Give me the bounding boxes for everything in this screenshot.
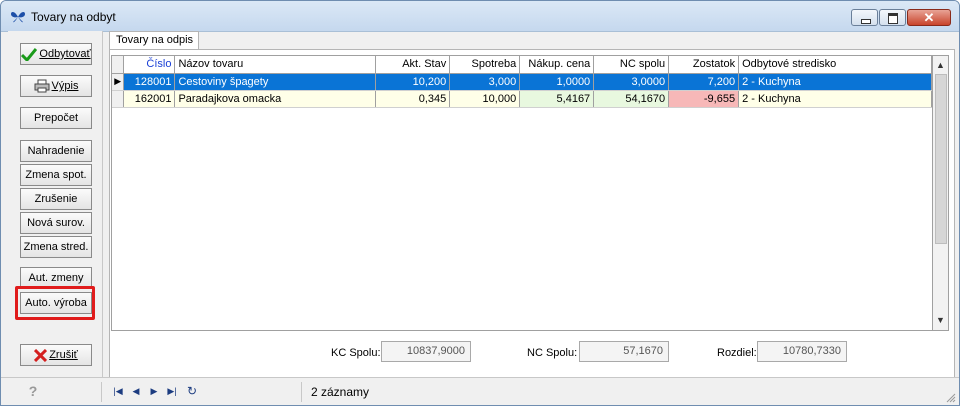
maximize-icon	[880, 10, 905, 25]
next-record-icon[interactable]: ▶	[147, 384, 161, 398]
tab-tovary-na-odpis[interactable]: Tovary na odpis	[109, 31, 199, 50]
odbytovat-button[interactable]: Odbytovať	[20, 43, 92, 65]
scroll-up-icon[interactable]: ▲	[933, 58, 948, 73]
record-navigator: |◀ ◀ ▶ ▶| ↻	[109, 384, 205, 400]
row-pointer-icon: ▶	[112, 73, 125, 91]
nova-surov-button[interactable]: Nová surov.	[20, 212, 92, 234]
cell-spotreba[interactable]: 10,000	[449, 90, 521, 108]
rozdiel-label: Rozdiel:	[717, 347, 757, 359]
kc-spolu-label: KC Spolu:	[331, 347, 381, 359]
resize-grip-icon[interactable]	[946, 393, 956, 403]
column-header-akt-stav[interactable]: Akt. Stav	[375, 56, 451, 74]
butterfly-icon	[11, 12, 25, 23]
checkmark-icon	[21, 48, 38, 62]
zmena-spot-button[interactable]: Zmena spot.	[20, 164, 92, 186]
help-icon[interactable]: ?	[25, 383, 41, 399]
main-window: Tovary na odbyt ✕ Odbytovať Výpis Prepoč…	[0, 0, 960, 406]
cell-nakup-cena[interactable]: 5,4167	[519, 90, 595, 108]
prev-record-icon[interactable]: ◀	[129, 384, 143, 398]
scroll-down-icon[interactable]: ▼	[933, 313, 948, 328]
cross-icon	[34, 348, 48, 362]
cell-nazov[interactable]: Paradajkova omacka	[174, 90, 377, 108]
table-header: Číslo Názov tovaru Akt. Stav Spotreba Ná…	[112, 56, 932, 74]
window-title: Tovary na odbyt	[31, 10, 116, 24]
cell-nc-spolu[interactable]: 3,0000	[593, 73, 670, 91]
zrusenie-button[interactable]: Zrušenie	[20, 188, 92, 210]
printer-icon	[34, 79, 50, 93]
column-header-nc-spolu[interactable]: NC spolu	[593, 56, 670, 74]
close-icon: ✕	[923, 10, 935, 25]
zmena-stred-button[interactable]: Zmena stred.	[20, 236, 92, 258]
cell-stredisko[interactable]: 2 - Kuchyna	[738, 73, 932, 91]
vertical-scrollbar[interactable]: ▲ ▼	[933, 55, 949, 331]
close-button[interactable]: ✕	[907, 9, 951, 26]
table-row[interactable]: 162001 Paradajkova omacka 0,345 10,000 5…	[112, 90, 932, 108]
data-grid[interactable]: Číslo Názov tovaru Akt. Stav Spotreba Ná…	[111, 55, 933, 331]
cell-nc-spolu[interactable]: 54,1670	[593, 90, 670, 108]
cell-cislo[interactable]: 128001	[123, 73, 176, 91]
maximize-button[interactable]	[879, 9, 906, 26]
column-header-zostatok[interactable]: Zostatok	[668, 56, 740, 74]
column-header-nakup-cena[interactable]: Nákup. cena	[519, 56, 595, 74]
cell-cislo[interactable]: 162001	[123, 90, 176, 108]
cell-stredisko[interactable]: 2 - Kuchyna	[738, 90, 932, 108]
kc-spolu-field: 10837,9000	[381, 341, 471, 362]
column-header-nazov[interactable]: Názov tovaru	[174, 56, 377, 74]
table-row[interactable]: ▶ 128001 Cestoviny špagety 10,200 3,000 …	[112, 73, 932, 91]
row-indicator-header	[112, 56, 125, 74]
cell-zostatok[interactable]: 7,200	[668, 73, 740, 91]
title-bar[interactable]: Tovary na odbyt ✕	[1, 1, 959, 32]
scroll-thumb[interactable]	[935, 74, 947, 244]
row-indicator	[112, 90, 125, 108]
column-header-stredisko[interactable]: Odbytové stredisko	[738, 56, 932, 74]
cell-akt-stav[interactable]: 10,200	[375, 73, 451, 91]
rozdiel-field: 10780,7330	[757, 341, 847, 362]
cell-nakup-cena[interactable]: 1,0000	[519, 73, 595, 91]
column-header-cislo[interactable]: Číslo	[123, 56, 176, 74]
goods-table: Číslo Názov tovaru Akt. Stav Spotreba Ná…	[112, 56, 932, 108]
cell-akt-stav[interactable]: 0,345	[375, 90, 451, 108]
status-bar: ? |◀ ◀ ▶ ▶| ↻ 2 záznamy	[1, 377, 959, 405]
vypis-button[interactable]: Výpis	[20, 75, 92, 97]
minimize-icon	[852, 10, 877, 25]
nahradenie-button[interactable]: Nahradenie	[20, 140, 92, 162]
cell-spotreba[interactable]: 3,000	[449, 73, 521, 91]
minimize-button[interactable]	[851, 9, 878, 26]
action-panel: Odbytovať Výpis Prepočet Nahradenie Zmen…	[8, 31, 103, 381]
last-record-icon[interactable]: ▶|	[165, 384, 179, 398]
cell-zostatok[interactable]: -9,655	[668, 90, 740, 108]
highlight-box	[15, 286, 95, 320]
first-record-icon[interactable]: |◀	[111, 384, 125, 398]
status-divider	[101, 382, 102, 402]
zrusit-button[interactable]: Zrušiť	[20, 344, 92, 366]
nc-spolu-field: 57,1670	[579, 341, 669, 362]
nc-spolu-label: NC Spolu:	[527, 347, 578, 359]
refresh-icon[interactable]: ↻	[185, 384, 199, 398]
column-header-spotreba[interactable]: Spotreba	[449, 56, 521, 74]
record-count: 2 záznamy	[311, 385, 370, 399]
prepocet-button[interactable]: Prepočet	[20, 107, 92, 129]
cell-nazov[interactable]: Cestoviny špagety	[174, 73, 377, 91]
status-divider	[301, 382, 302, 402]
